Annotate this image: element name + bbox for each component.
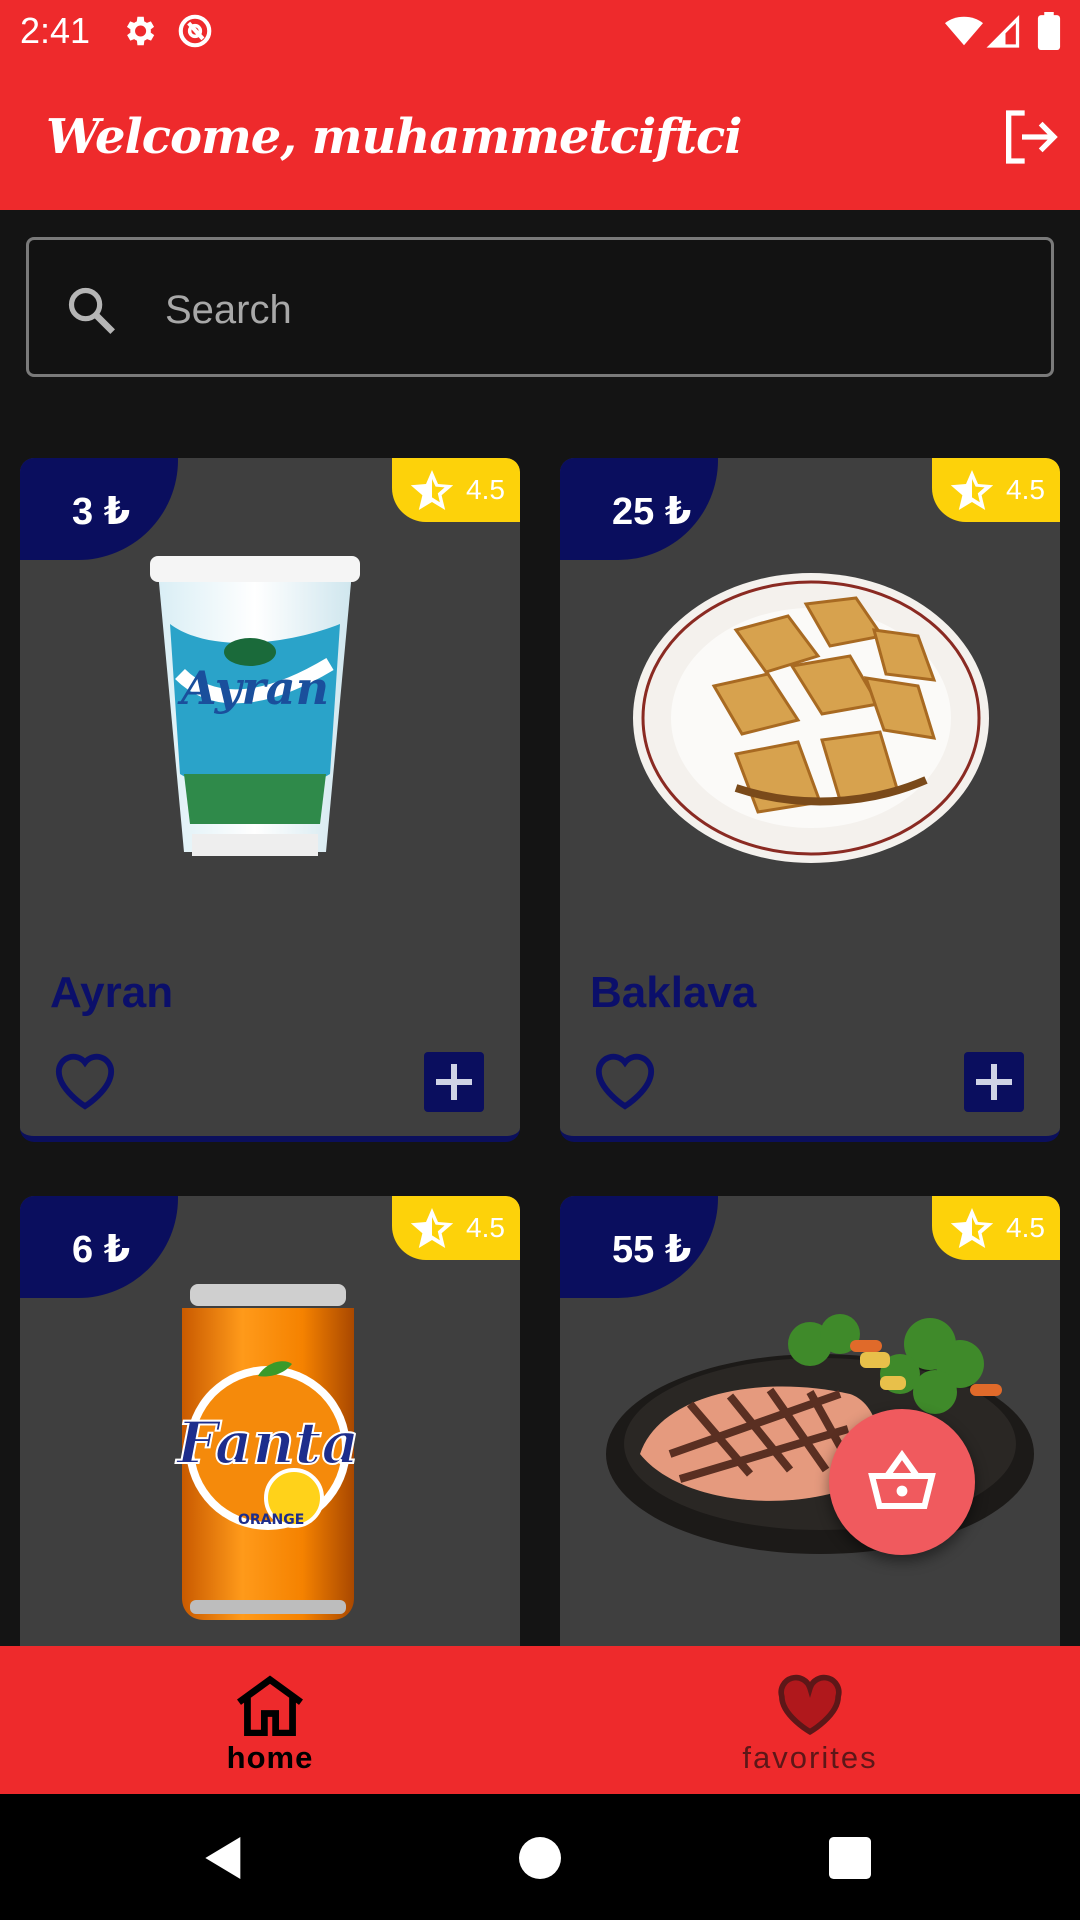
search-icon — [68, 287, 115, 334]
status-time: 2:41 — [20, 10, 91, 51]
recents-icon[interactable] — [822, 1830, 878, 1886]
status-bar: 2:41 — [0, 0, 1080, 63]
svg-text:Fanta: Fanta — [175, 1409, 359, 1477]
product-name: Ayran — [50, 968, 174, 1017]
settings-icon — [126, 16, 155, 46]
nav-label-home: home — [226, 1740, 314, 1775]
logout-icon[interactable] — [998, 105, 1062, 169]
nav-item-home[interactable]: home — [0, 1646, 540, 1794]
add-to-cart-button[interactable] — [964, 1052, 1024, 1112]
cart-fab[interactable] — [829, 1409, 975, 1555]
product-card-baklava[interactable]: 25 ₺ 4.5 Baklava — [560, 458, 1060, 1142]
rating-badge: 4.5 — [392, 1196, 520, 1260]
svg-text:ORANGE: ORANGE — [238, 1512, 304, 1528]
heart-outline-icon[interactable] — [50, 1048, 120, 1112]
do-not-disturb-icon — [178, 14, 212, 48]
system-navigation-bar — [0, 1794, 1080, 1920]
baklava-image — [633, 573, 989, 863]
svg-text:Ayran: Ayran — [177, 661, 329, 715]
product-card-ayran[interactable]: 3 ₺ 4.5 Ayran Ayran — [20, 458, 520, 1142]
ayran-image: Ayran — [150, 556, 360, 856]
product-card-fanta[interactable]: 6 ₺ 4.5 Fanta ORANGE — [20, 1196, 520, 1666]
signal-icon — [986, 15, 1020, 48]
nav-label-favorites: favorites — [742, 1740, 878, 1775]
price-tag: 55 ₺ — [560, 1196, 718, 1298]
rating-badge: 4.5 — [392, 458, 520, 522]
heart-icon — [778, 1674, 842, 1736]
rating-badge: 4.5 — [932, 458, 1060, 522]
nav-item-favorites[interactable]: favorites — [540, 1646, 1080, 1794]
app-screen: 2:41 Welcome, muhammetciftci Search 3 ₺ … — [0, 0, 1080, 1920]
wifi-icon — [945, 16, 983, 46]
heart-outline-icon[interactable] — [590, 1048, 660, 1112]
app-bar: Welcome, muhammetciftci — [0, 63, 1080, 210]
search-input[interactable] — [165, 270, 1025, 350]
add-to-cart-button[interactable] — [424, 1052, 484, 1112]
salmon-image — [606, 1314, 1034, 1554]
rating-badge: 4.5 — [932, 1196, 1060, 1260]
star-icon — [950, 470, 994, 510]
star-icon — [950, 1208, 994, 1248]
price-tag: 6 ₺ — [20, 1196, 178, 1298]
home-icon — [237, 1675, 303, 1736]
battery-icon — [1037, 12, 1061, 50]
star-icon — [410, 470, 454, 510]
product-name: Baklava — [590, 968, 757, 1017]
fanta-image: Fanta ORANGE — [174, 1284, 360, 1620]
product-card-salmon[interactable]: 55 ₺ 4.5 — [560, 1196, 1060, 1666]
back-icon[interactable] — [196, 1830, 252, 1886]
bottom-navigation: home favorites — [0, 1646, 1080, 1794]
search-box[interactable] — [26, 237, 1054, 377]
welcome-title: Welcome, muhammetciftci — [46, 109, 742, 165]
basket-icon — [868, 1449, 936, 1509]
home-circle-icon[interactable] — [512, 1830, 568, 1886]
price-tag: 25 ₺ — [560, 458, 718, 560]
star-icon — [410, 1208, 454, 1248]
